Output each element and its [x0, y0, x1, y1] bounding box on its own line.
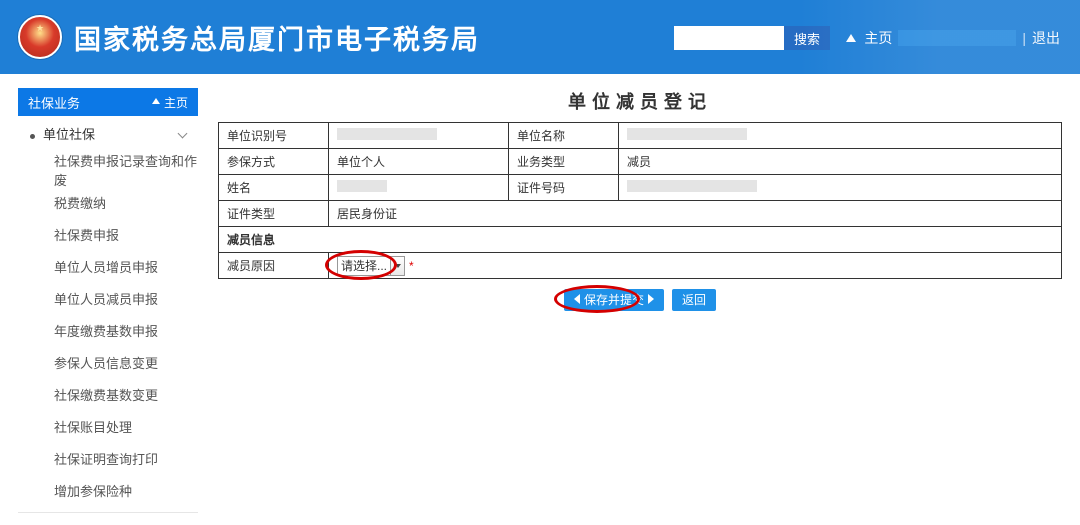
- chevron-down-icon: [178, 128, 188, 138]
- sidebar-module-label: 社保业务: [28, 93, 80, 112]
- home-icon: [152, 98, 160, 104]
- sidebar-group-head[interactable]: 单位社保: [18, 116, 198, 150]
- name-value: [329, 175, 509, 201]
- reason-label: 减员原因: [219, 253, 329, 279]
- sidebar-items: 社保费申报记录查询和作废 税费缴纳 社保费申报 单位人员增员申报 单位人员减员申…: [18, 150, 198, 512]
- sidebar-item[interactable]: 年度缴费基数申报: [18, 314, 198, 346]
- page-title: 单位减员登记: [218, 88, 1062, 114]
- back-button[interactable]: 返回: [672, 289, 716, 311]
- biz-type-value: 减员: [619, 149, 1062, 175]
- sidebar-group-label: 单位社保: [30, 124, 95, 143]
- sidebar: 社保业务 主页 单位社保 社保费申报记录查询和作废 税费缴纳 社保费申报 单位人…: [18, 88, 198, 513]
- unit-id-label: 单位识别号: [219, 123, 329, 149]
- sidebar-home-link[interactable]: 主页: [152, 94, 188, 111]
- cert-no-value: [619, 175, 1062, 201]
- sidebar-item[interactable]: 社保费申报: [18, 218, 198, 250]
- sidebar-header: 社保业务 主页: [18, 88, 198, 116]
- cert-no-label: 证件号码: [509, 175, 619, 201]
- user-label: [898, 30, 1016, 46]
- sidebar-group: 单位社保 社保费申报记录查询和作废 税费缴纳 社保费申报 单位人员增员申报 单位…: [18, 116, 198, 513]
- home-icon: [846, 34, 856, 42]
- sidebar-item[interactable]: 社保证明查询打印: [18, 442, 198, 474]
- emblem-icon: [18, 15, 62, 59]
- sidebar-item[interactable]: 社保缴费基数变更: [18, 378, 198, 410]
- cert-type-label: 证件类型: [219, 201, 329, 227]
- section-header: 减员信息: [219, 227, 1062, 253]
- logout-link[interactable]: 退出: [1032, 28, 1060, 48]
- search-group: 搜索: [674, 26, 830, 50]
- reason-select[interactable]: 请选择...: [337, 256, 391, 276]
- sidebar-item[interactable]: 税费缴纳: [18, 186, 198, 218]
- search-input[interactable]: [674, 26, 784, 50]
- unit-id-value: [329, 123, 509, 149]
- submit-button[interactable]: 保存并提交: [564, 289, 664, 311]
- sidebar-item[interactable]: 增加参保险种: [18, 474, 198, 506]
- sidebar-item[interactable]: 社保费申报记录查询和作废: [18, 154, 198, 186]
- sidebar-item[interactable]: 参保人员信息变更: [18, 346, 198, 378]
- insure-mode-value: 单位个人: [329, 149, 509, 175]
- sidebar-home-label: 主页: [164, 94, 188, 111]
- unit-name-label: 单位名称: [509, 123, 619, 149]
- top-links: 主页 | 退出: [846, 28, 1060, 48]
- reason-cell: 请选择... *: [329, 253, 1062, 279]
- reason-select-wrap: 请选择... *: [337, 256, 414, 276]
- name-label: 姓名: [219, 175, 329, 201]
- divider: |: [1022, 30, 1026, 46]
- cert-type-value: 居民身份证: [329, 201, 1062, 227]
- button-row: 保存并提交 返回: [218, 289, 1062, 311]
- dropdown-arrow-icon[interactable]: [391, 256, 405, 276]
- biz-type-label: 业务类型: [509, 149, 619, 175]
- main-content: 单位减员登记 单位识别号 单位名称 参保方式 单位个人 业务类型 减员 姓名 证…: [198, 88, 1062, 513]
- unit-name-value: [619, 123, 1062, 149]
- triangle-left-icon: [574, 294, 580, 304]
- required-mark: *: [409, 259, 414, 273]
- insure-mode-label: 参保方式: [219, 149, 329, 175]
- search-button[interactable]: 搜索: [784, 26, 830, 50]
- sidebar-item[interactable]: 社保账目处理: [18, 410, 198, 442]
- form-table: 单位识别号 单位名称 参保方式 单位个人 业务类型 减员 姓名 证件号码 证件类…: [218, 122, 1062, 279]
- app-title: 国家税务总局厦门市电子税务局: [74, 18, 480, 57]
- home-link[interactable]: 主页: [864, 28, 892, 48]
- sidebar-item[interactable]: 单位人员减员申报: [18, 282, 198, 314]
- sidebar-item[interactable]: 单位人员增员申报: [18, 250, 198, 282]
- app-header: 国家税务总局厦门市电子税务局 搜索 主页 | 退出: [0, 0, 1080, 74]
- triangle-right-icon: [648, 294, 654, 304]
